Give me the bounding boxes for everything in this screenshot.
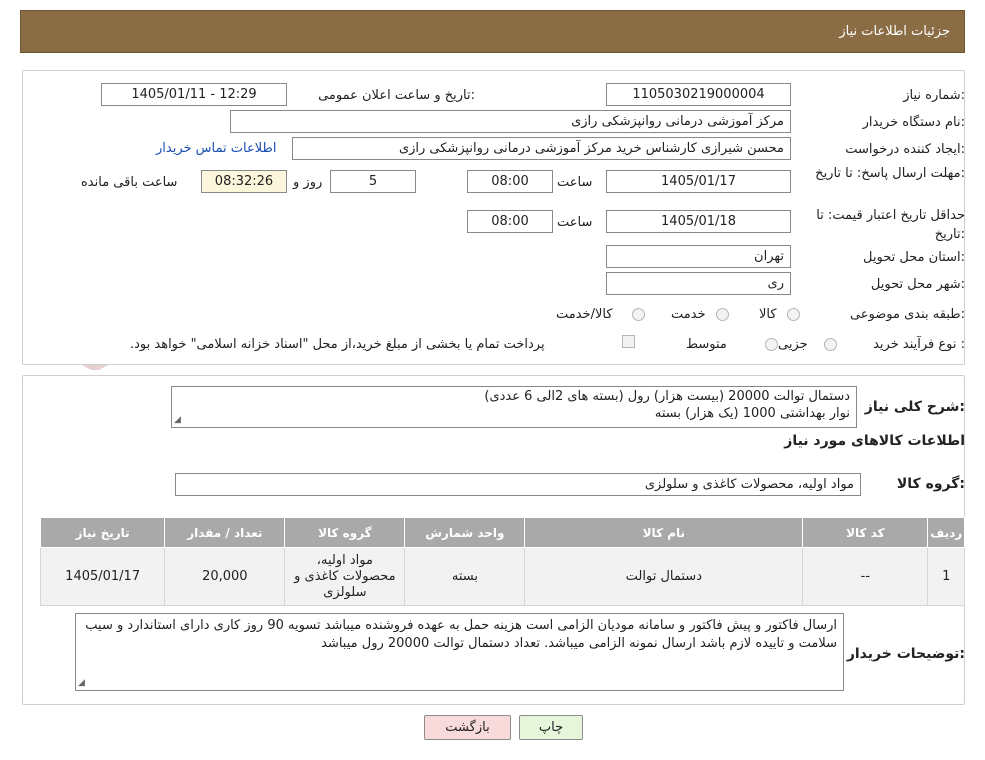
col-group: گروه کالا: [284, 517, 406, 548]
process-medium-label: متوسط: [686, 337, 727, 352]
summary-textarea[interactable]: دستمال توالت 20000 (بیست هزار) رول (بسته…: [171, 386, 857, 428]
back-button[interactable]: بازگشت: [424, 715, 511, 740]
deadline-label: مهلت ارسال پاسخ: تا تاریخ:: [815, 166, 965, 181]
page-title: جزئیات اطلاعات نیاز: [839, 24, 950, 39]
remaining-label: ساعت باقی مانده: [81, 175, 178, 190]
buyer-notes-text: ارسال فاکتور و پیش فاکتور و سامانه مودیا…: [85, 618, 837, 651]
print-button[interactable]: چاپ: [519, 715, 583, 740]
buyer-contact-link[interactable]: اطلاعات تماس خریدار: [156, 141, 276, 156]
cell-row: 1: [927, 547, 965, 606]
summary-line-2: نوار بهداشتی 1000 (یک هزار) بسته: [654, 406, 850, 421]
col-qty: تعداد / مقدار: [164, 517, 286, 548]
deadline-time-field: 08:00: [467, 170, 553, 193]
province-label: استان محل تحویل:: [863, 250, 965, 265]
cell-group: مواد اولیه، محصولات کاغذی و سلولزی: [284, 547, 406, 606]
table-row: 1 -- دستمال توالت بسته مواد اولیه، محصول…: [39, 547, 965, 606]
summary-label: شرح کلی نیاز:: [864, 399, 965, 415]
need-number-field: 1105030219000004: [606, 83, 791, 106]
need-number-label: شماره نیاز:: [903, 88, 965, 103]
col-row: ردیف: [927, 517, 965, 548]
price-validity-date-field: 1405/01/18: [606, 210, 791, 233]
treasury-note: پرداخت تمام یا بخشی از مبلغ خرید،از محل …: [130, 337, 545, 352]
cell-date: 1405/01/17: [39, 547, 166, 606]
creator-field: محسن شیرازی کارشناس خرید مرکز آموزشی درم…: [292, 137, 791, 160]
col-date: تاریخ نیاز: [39, 517, 166, 548]
col-name: نام کالا: [524, 517, 804, 548]
remaining-time-field: 08:32:26: [201, 170, 287, 193]
cell-unit: بسته: [404, 547, 526, 606]
process-minor-label: جزیی: [778, 337, 808, 352]
page-header: جزئیات اطلاعات نیاز: [20, 10, 965, 53]
cell-code: --: [802, 547, 929, 606]
process-label: نوع فرآیند خرید :: [873, 337, 965, 352]
category-goods-service-label: کالا/خدمت: [556, 307, 613, 322]
category-radio-goods-service[interactable]: [632, 308, 645, 321]
goods-group-label: گروه کالا:: [896, 476, 965, 492]
summary-line-1: دستمال توالت 20000 (بیست هزار) رول (بسته…: [484, 389, 850, 404]
col-code: کد کالا: [802, 517, 929, 548]
buyer-org-field: مرکز آموزشی درمانی روانپزشکی رازی: [230, 110, 791, 133]
category-radio-goods[interactable]: [787, 308, 800, 321]
cell-name: دستمال توالت: [524, 547, 804, 606]
category-goods-label: کالا: [759, 307, 777, 322]
price-validity-label: حداقل تاریخ اعتبار قیمت: تا تاریخ:: [816, 208, 965, 242]
deadline-date-field: 1405/01/17: [606, 170, 791, 193]
buyer-notes-textarea[interactable]: ارسال فاکتور و پیش فاکتور و سامانه مودیا…: [75, 613, 844, 691]
creator-label: ایجاد کننده درخواست:: [845, 142, 965, 157]
resize-handle-icon[interactable]: ◢: [174, 416, 181, 425]
process-radio-medium[interactable]: [765, 338, 778, 351]
treasury-checkbox[interactable]: [622, 335, 635, 348]
announce-label: تاریخ و ساعت اعلان عمومی:: [318, 88, 475, 103]
buyer-notes-label: توضیحات خریدار:: [846, 646, 965, 662]
announce-field: 1405/01/11 - 12:29: [101, 83, 287, 106]
process-radio-minor[interactable]: [824, 338, 837, 351]
category-service-label: خدمت: [671, 307, 706, 322]
category-radio-service[interactable]: [716, 308, 729, 321]
deadline-days-field: 5: [330, 170, 416, 193]
city-field: ری: [606, 272, 791, 295]
col-unit: واحد شمارش: [404, 517, 526, 548]
days-label: روز و: [293, 175, 323, 190]
goods-info-title: اطلاعات کالاهای مورد نیاز: [784, 433, 965, 449]
resize-handle-icon[interactable]: ◢: [78, 679, 85, 688]
goods-table: ردیف کد کالا نام کالا واحد شمارش گروه کا…: [39, 517, 965, 606]
goods-group-field: مواد اولیه، محصولات کاغذی و سلولزی: [175, 473, 861, 496]
city-label: شهر محل تحویل:: [870, 277, 965, 292]
cell-qty: 20,000: [164, 547, 286, 606]
buyer-org-label: نام دستگاه خریدار:: [862, 115, 965, 130]
deadline-time-label: ساعت: [557, 175, 593, 190]
price-validity-time-label: ساعت: [557, 215, 593, 230]
table-header-row: ردیف کد کالا نام کالا واحد شمارش گروه کا…: [39, 517, 965, 548]
category-label: طبقه بندی موضوعی:: [849, 307, 965, 322]
price-validity-time-field: 08:00: [467, 210, 553, 233]
province-field: تهران: [606, 245, 791, 268]
